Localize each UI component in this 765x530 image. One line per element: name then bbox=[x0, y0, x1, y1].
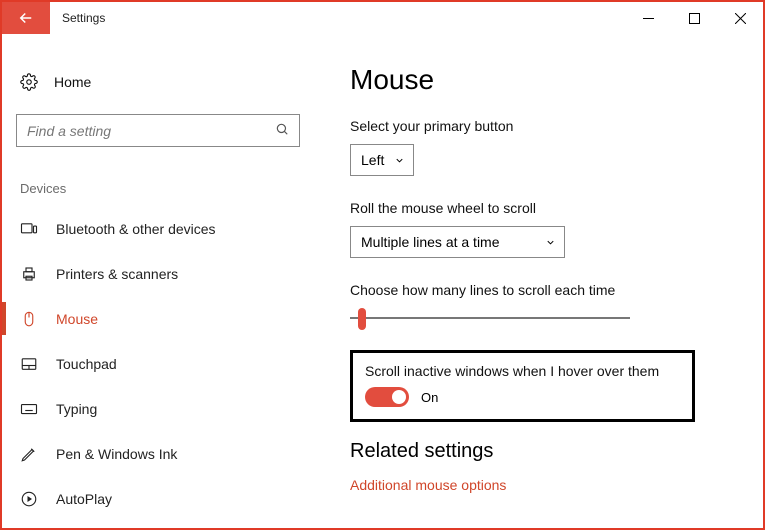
sidebar-section-label: Devices bbox=[20, 181, 314, 196]
inactive-scroll-label: Scroll inactive windows when I hover ove… bbox=[365, 363, 680, 379]
sidebar-item-label: Mouse bbox=[56, 311, 98, 327]
window-title: Settings bbox=[50, 2, 105, 34]
sidebar-item-touchpad[interactable]: Touchpad bbox=[2, 341, 314, 386]
additional-mouse-options-link[interactable]: Additional mouse options bbox=[350, 477, 733, 493]
autoplay-icon bbox=[20, 490, 38, 508]
related-settings-heading: Related settings bbox=[350, 440, 733, 463]
sidebar-item-printers[interactable]: Printers & scanners bbox=[2, 251, 314, 296]
primary-button-dropdown[interactable]: Left bbox=[350, 144, 414, 176]
slider-track bbox=[350, 317, 630, 319]
back-button[interactable] bbox=[2, 2, 50, 34]
printer-icon bbox=[20, 265, 38, 283]
sidebar-item-label: Printers & scanners bbox=[56, 266, 178, 282]
sidebar-item-label: Touchpad bbox=[56, 356, 117, 372]
slider-thumb[interactable] bbox=[358, 308, 366, 330]
sidebar-item-label: Typing bbox=[56, 401, 97, 417]
sidebar: Home Devices Bluetooth & other devices P… bbox=[2, 34, 314, 528]
touchpad-icon bbox=[20, 355, 38, 373]
keyboard-icon bbox=[20, 400, 38, 418]
sidebar-item-label: AutoPlay bbox=[56, 491, 112, 507]
maximize-button[interactable] bbox=[671, 2, 717, 34]
search-box[interactable] bbox=[16, 114, 300, 147]
sidebar-home[interactable]: Home bbox=[2, 62, 314, 102]
sidebar-item-typing[interactable]: Typing bbox=[2, 386, 314, 431]
chevron-down-icon bbox=[394, 155, 405, 166]
sidebar-item-bluetooth[interactable]: Bluetooth & other devices bbox=[2, 206, 314, 251]
sidebar-item-mouse[interactable]: Mouse bbox=[2, 296, 314, 341]
minimize-button[interactable] bbox=[625, 2, 671, 34]
close-icon bbox=[735, 13, 746, 24]
wheel-scroll-label: Roll the mouse wheel to scroll bbox=[350, 200, 733, 216]
search-input[interactable] bbox=[27, 123, 275, 139]
gear-icon bbox=[20, 73, 38, 91]
title-bar: Settings bbox=[2, 2, 763, 34]
close-button[interactable] bbox=[717, 2, 763, 34]
primary-button-label: Select your primary button bbox=[350, 118, 733, 134]
page-title: Mouse bbox=[350, 64, 733, 96]
lines-scroll-label: Choose how many lines to scroll each tim… bbox=[350, 282, 733, 298]
chevron-down-icon bbox=[545, 237, 556, 248]
devices-icon bbox=[20, 220, 38, 238]
sidebar-home-label: Home bbox=[54, 74, 91, 90]
main-pane: Mouse Select your primary button Left Ro… bbox=[314, 34, 763, 528]
wheel-scroll-value: Multiple lines at a time bbox=[361, 234, 500, 250]
minimize-icon bbox=[643, 13, 654, 24]
pen-icon bbox=[20, 445, 38, 463]
sidebar-item-label: Pen & Windows Ink bbox=[56, 446, 177, 462]
primary-button-value: Left bbox=[361, 152, 384, 168]
search-icon bbox=[275, 122, 289, 139]
sidebar-item-label: Bluetooth & other devices bbox=[56, 221, 216, 237]
window-controls bbox=[625, 2, 763, 34]
maximize-icon bbox=[689, 13, 700, 24]
mouse-icon bbox=[20, 310, 38, 328]
wheel-scroll-dropdown[interactable]: Multiple lines at a time bbox=[350, 226, 565, 258]
sidebar-item-pen[interactable]: Pen & Windows Ink bbox=[2, 431, 314, 476]
sidebar-item-autoplay[interactable]: AutoPlay bbox=[2, 476, 314, 521]
arrow-left-icon bbox=[17, 9, 35, 27]
inactive-scroll-state: On bbox=[421, 390, 438, 405]
highlight-box: Scroll inactive windows when I hover ove… bbox=[350, 350, 695, 422]
lines-scroll-slider[interactable] bbox=[350, 308, 630, 330]
inactive-scroll-toggle[interactable] bbox=[365, 387, 409, 407]
